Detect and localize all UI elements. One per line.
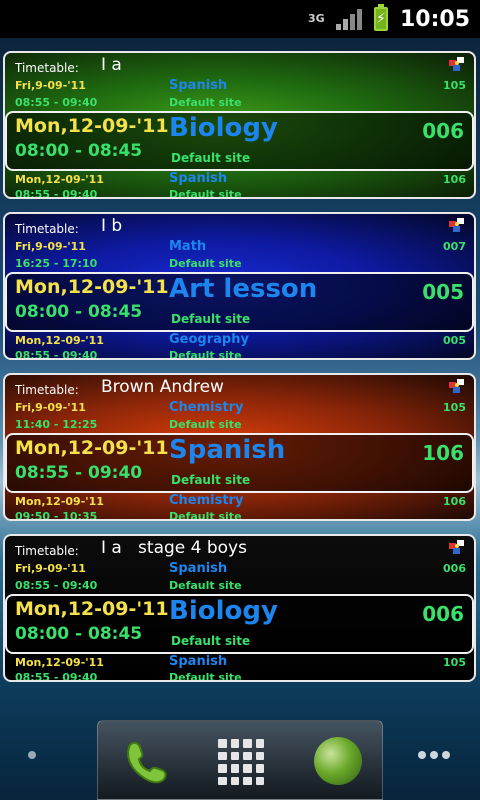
prev-lesson-date: Fri,9-09-'11 (15, 79, 86, 92)
prev-lesson-site: Default site (169, 418, 242, 431)
timetable-widget[interactable]: Timetable: I a Fri,9-09-'11 08:55 - 09:4… (3, 51, 476, 199)
current-lesson-site: Default site (171, 312, 251, 326)
prev-lesson-site: Default site (169, 579, 242, 592)
prev-lesson-time: 16:25 - 17:10 (15, 257, 98, 270)
current-lesson-date: Mon,12-09-'11 (15, 115, 169, 137)
current-lesson-site: Default site (171, 473, 251, 487)
prev-lesson-time: 08:55 - 09:40 (15, 579, 98, 592)
next-lesson-subject: Spanish (169, 171, 228, 186)
battery-charging-icon: ⚡ (373, 4, 388, 31)
signal-strength-icon (335, 8, 362, 30)
prev-lesson-date: Fri,9-09-'11 (15, 401, 86, 414)
phone-icon[interactable] (120, 737, 168, 785)
prev-lesson-subject: Spanish (169, 78, 228, 93)
current-lesson-site: Default site (171, 634, 251, 648)
current-lesson-subject: Biology (169, 596, 278, 626)
next-lesson-site: Default site (169, 349, 242, 360)
next-lesson-subject: Spanish (169, 654, 228, 669)
widget-header[interactable]: Timetable: I a Fri,9-09-'11 08:55 - 09:4… (5, 53, 474, 111)
next-lesson-room: 106 (443, 495, 466, 508)
next-lesson-row[interactable]: Mon,12-09-'11 08:55 - 09:40 Spanish Defa… (5, 654, 474, 682)
next-lesson-date: Mon,12-09-'11 (15, 173, 104, 186)
current-lesson-subject: Art lesson (169, 274, 318, 304)
timetable-label: Timetable: (15, 61, 79, 75)
home-dock (97, 720, 383, 800)
status-bar: 3G ⚡ 10:05 (0, 0, 480, 38)
timetable-name: I a (101, 55, 122, 75)
current-lesson-row[interactable]: Mon,12-09-'11 08:00 - 08:45 Art lesson D… (5, 272, 474, 332)
puzzle-icon[interactable] (448, 217, 466, 233)
widget-header[interactable]: Timetable: I b Fri,9-09-'11 16:25 - 17:1… (5, 214, 474, 272)
next-lesson-room: 106 (443, 173, 466, 186)
puzzle-icon[interactable] (448, 56, 466, 72)
status-clock: 10:05 (399, 6, 470, 32)
timetable-name: Brown Andrew (101, 377, 224, 397)
current-lesson-row[interactable]: Mon,12-09-'11 08:55 - 09:40 Spanish Defa… (5, 433, 474, 493)
current-lesson-time: 08:00 - 08:45 (15, 141, 143, 161)
current-lesson-date: Mon,12-09-'11 (15, 437, 169, 459)
next-lesson-site: Default site (169, 510, 242, 521)
prev-lesson-subject: Spanish (169, 561, 228, 576)
next-lesson-time: 08:55 - 09:40 (15, 671, 98, 682)
current-lesson-room: 005 (422, 280, 464, 304)
timetable-widget[interactable]: Timetable: Brown Andrew Fri,9-09-'11 11:… (3, 373, 476, 521)
prev-lesson-time: 11:40 - 12:25 (15, 418, 98, 431)
current-lesson-row[interactable]: Mon,12-09-'11 08:00 - 08:45 Biology Defa… (5, 111, 474, 171)
page-indicator-dot[interactable] (28, 751, 36, 759)
current-lesson-room: 106 (422, 441, 464, 465)
next-lesson-site: Default site (169, 671, 242, 682)
widget-header[interactable]: Timetable: I a stage 4 boys Fri,9-09-'11… (5, 536, 474, 594)
widget-header[interactable]: Timetable: Brown Andrew Fri,9-09-'11 11:… (5, 375, 474, 433)
next-lesson-row[interactable]: Mon,12-09-'11 09:50 - 10:35 Chemistry De… (5, 493, 474, 521)
app-drawer-icon[interactable] (218, 739, 264, 785)
timetable-widget[interactable]: Timetable: I a stage 4 boys Fri,9-09-'11… (3, 534, 476, 682)
current-lesson-date: Mon,12-09-'11 (15, 598, 169, 620)
current-lesson-site: Default site (171, 151, 251, 165)
prev-lesson-site: Default site (169, 96, 242, 109)
next-lesson-site: Default site (169, 188, 242, 199)
timetable-label: Timetable: (15, 544, 79, 558)
prev-lesson-site: Default site (169, 257, 242, 270)
current-lesson-time: 08:00 - 08:45 (15, 624, 143, 644)
timetable-name: I a stage 4 boys (101, 538, 247, 558)
next-lesson-date: Mon,12-09-'11 (15, 334, 104, 347)
current-lesson-room: 006 (422, 119, 464, 143)
puzzle-icon[interactable] (448, 378, 466, 394)
current-lesson-time: 08:55 - 09:40 (15, 463, 143, 483)
timetable-widget[interactable]: Timetable: I b Fri,9-09-'11 16:25 - 17:1… (3, 212, 476, 360)
current-lesson-subject: Biology (169, 113, 278, 143)
next-lesson-subject: Geography (169, 332, 249, 347)
current-lesson-subject: Spanish (169, 435, 286, 465)
timetable-label: Timetable: (15, 383, 79, 397)
prev-lesson-room: 105 (443, 401, 466, 414)
prev-lesson-subject: Math (169, 239, 207, 254)
prev-lesson-date: Fri,9-09-'11 (15, 240, 86, 253)
prev-lesson-room: 007 (443, 240, 466, 253)
next-lesson-subject: Chemistry (169, 493, 244, 508)
browser-icon[interactable] (314, 737, 362, 785)
prev-lesson-room: 006 (443, 562, 466, 575)
current-lesson-row[interactable]: Mon,12-09-'11 08:00 - 08:45 Biology Defa… (5, 594, 474, 654)
timetable-label: Timetable: (15, 222, 79, 236)
next-lesson-row[interactable]: Mon,12-09-'11 08:55 - 09:40 Geography De… (5, 332, 474, 360)
prev-lesson-room: 105 (443, 79, 466, 92)
next-lesson-room: 005 (443, 334, 466, 347)
network-3g-icon: 3G (307, 12, 325, 25)
more-pages-indicator[interactable] (418, 751, 450, 759)
prev-lesson-date: Fri,9-09-'11 (15, 562, 86, 575)
current-lesson-time: 08:00 - 08:45 (15, 302, 143, 322)
next-lesson-row[interactable]: Mon,12-09-'11 08:55 - 09:40 Spanish Defa… (5, 171, 474, 199)
prev-lesson-time: 08:55 - 09:40 (15, 96, 98, 109)
next-lesson-time: 08:55 - 09:40 (15, 188, 98, 199)
prev-lesson-subject: Chemistry (169, 400, 244, 415)
timetable-name: I b (101, 216, 123, 236)
puzzle-icon[interactable] (448, 539, 466, 555)
next-lesson-time: 09:50 - 10:35 (15, 510, 98, 521)
next-lesson-room: 105 (443, 656, 466, 669)
next-lesson-date: Mon,12-09-'11 (15, 656, 104, 669)
current-lesson-room: 006 (422, 602, 464, 626)
next-lesson-time: 08:55 - 09:40 (15, 349, 98, 360)
current-lesson-date: Mon,12-09-'11 (15, 276, 169, 298)
next-lesson-date: Mon,12-09-'11 (15, 495, 104, 508)
